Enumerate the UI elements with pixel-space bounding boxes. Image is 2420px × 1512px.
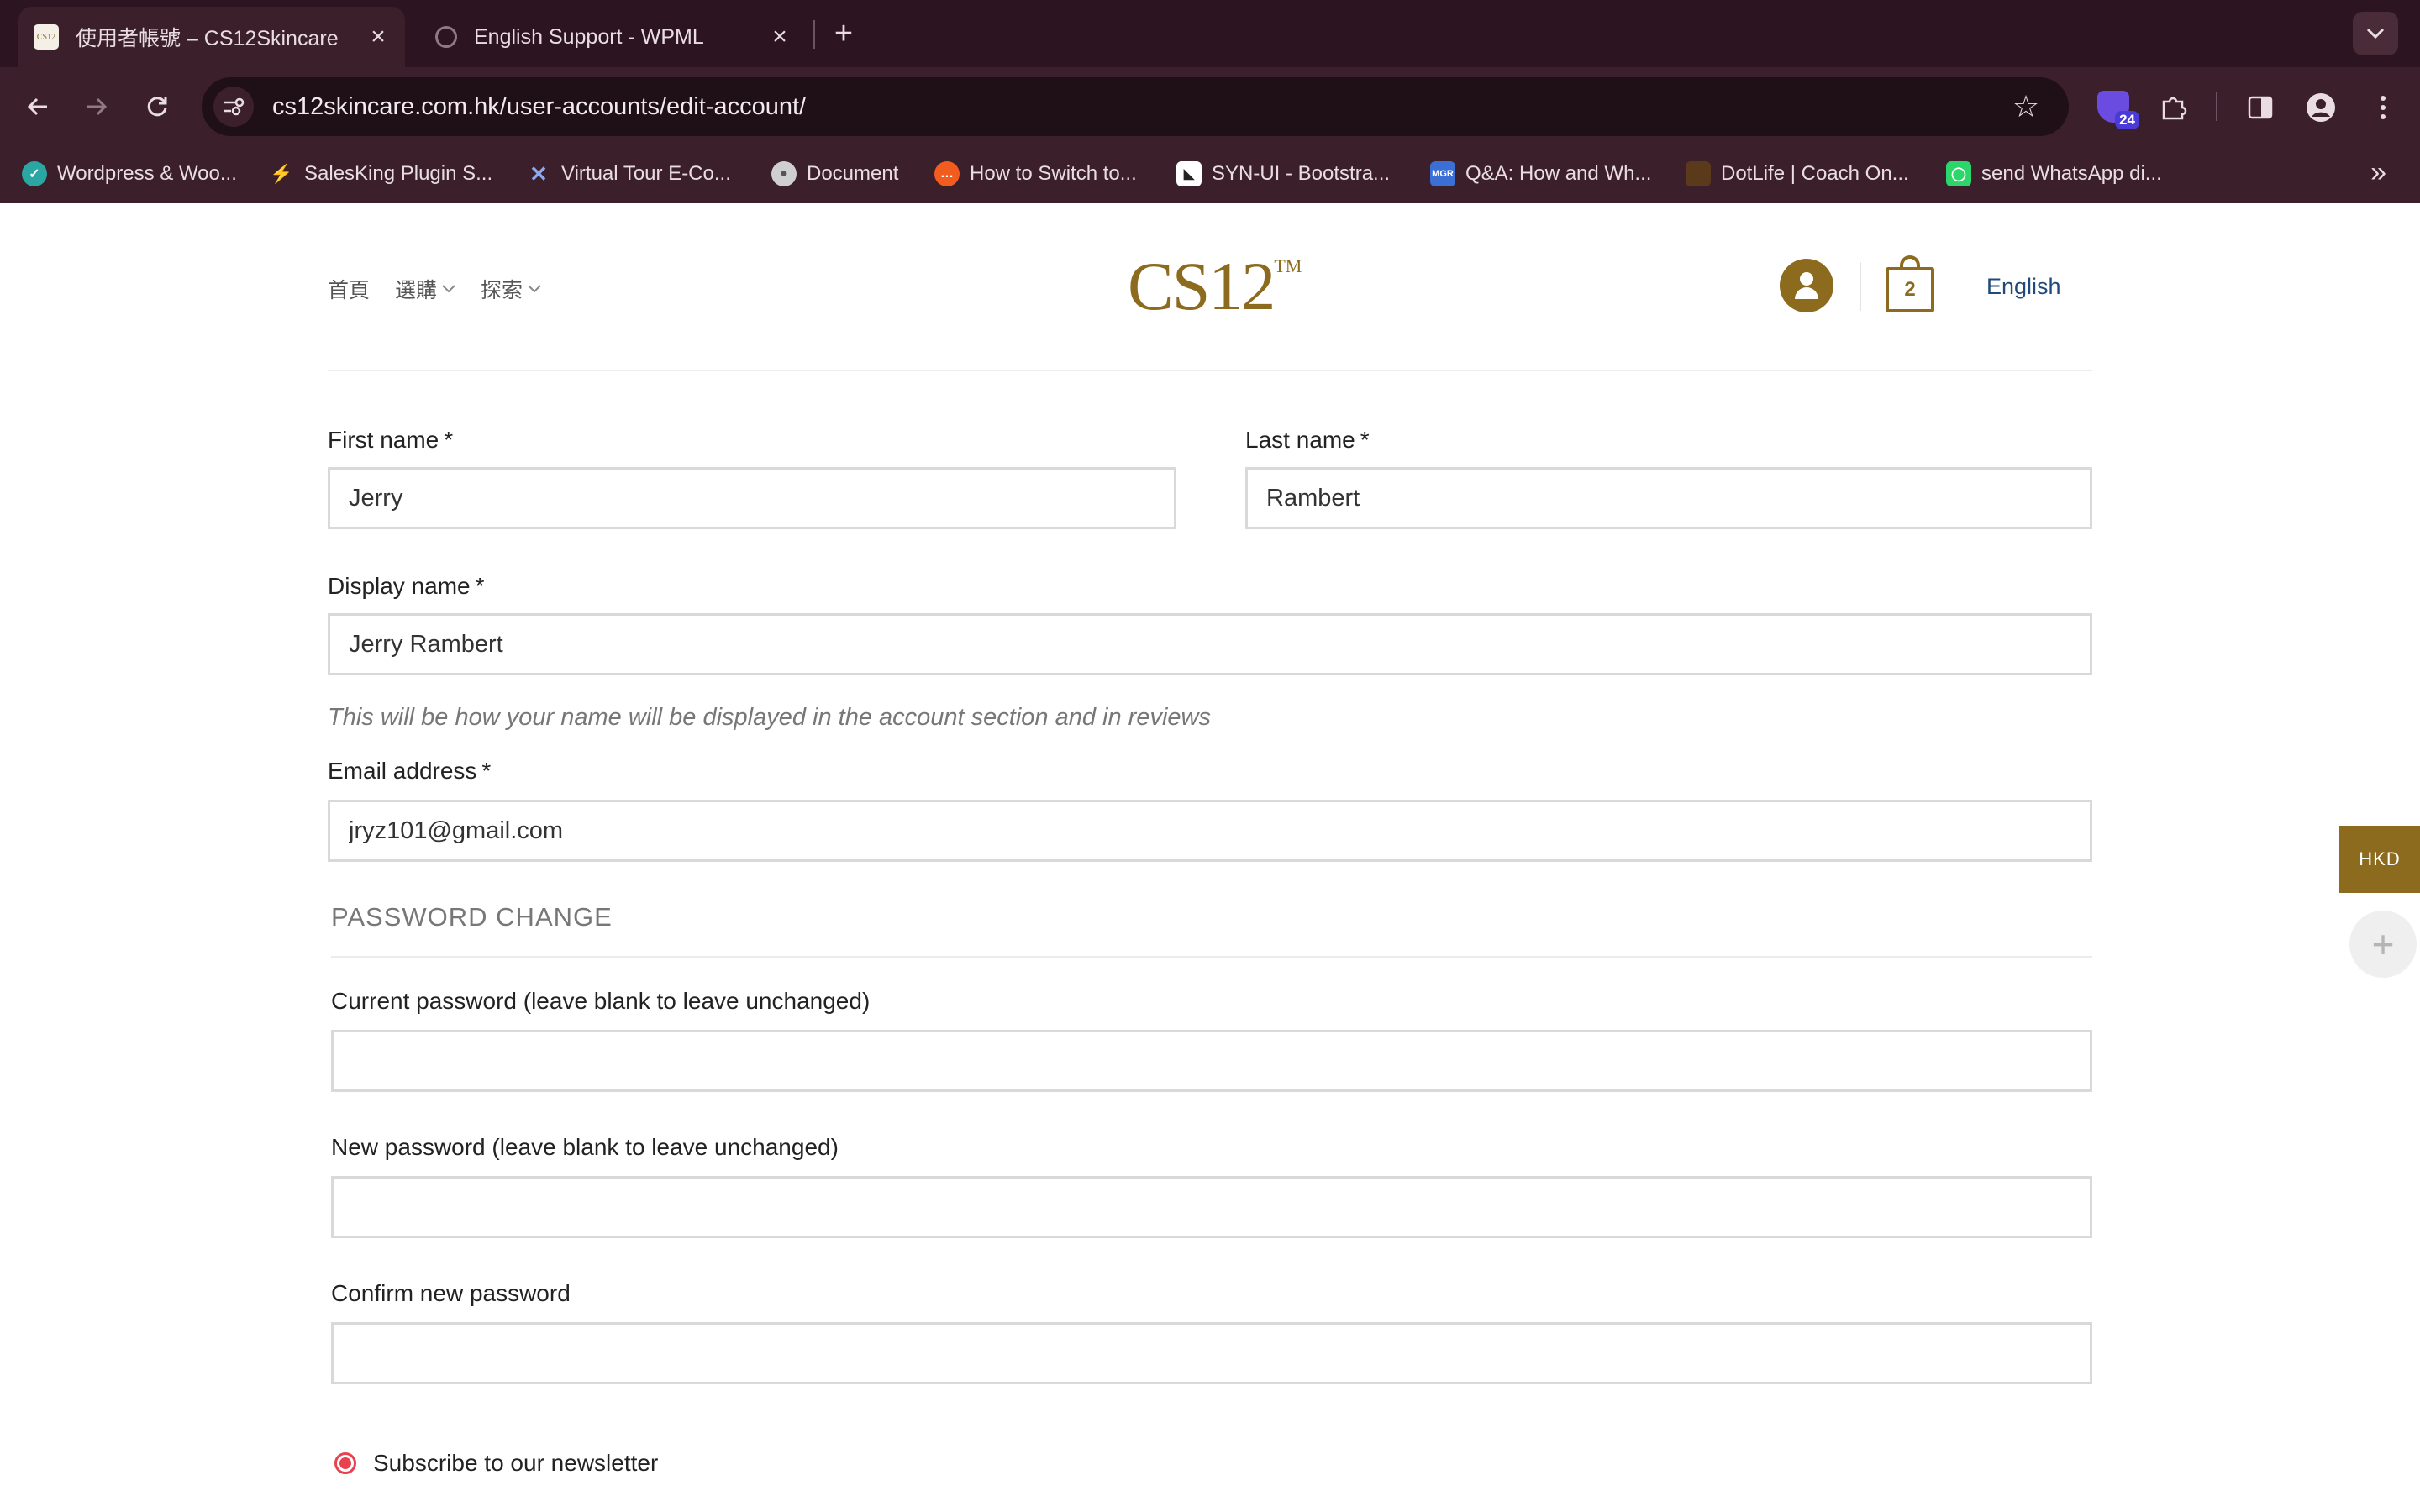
new-password-field[interactable] [331,1176,2092,1238]
bookmark-label: How to Switch to... [970,162,1137,185]
dotlife-icon [1686,161,1711,186]
bookmark-label: SYN-UI - Bootstra... [1212,162,1391,185]
confirm-password-field[interactable] [331,1322,2092,1384]
first-name-field[interactable] [328,467,1176,529]
newsletter-radio[interactable] [334,1452,356,1474]
page-content: 首頁 選購 探索 CS12TM 2 English First name * J… [0,203,2420,1512]
bookmark-item[interactable]: ⚡ SalesKing Plugin S... [269,156,492,192]
check-badge-icon: ✓ [22,161,47,186]
site-settings-icon[interactable] [213,87,254,127]
bookmark-label: Virtual Tour E-Co... [561,162,731,185]
currency-switcher[interactable]: HKD [2339,826,2420,893]
bookmark-label: Wordpress & Woo... [57,162,237,185]
display-name-label: Display name * [328,573,485,599]
bookmark-item[interactable]: … How to Switch to... [934,156,1137,192]
tour-icon: ✕ [529,160,548,186]
display-name-hint: This will be how your name will be displ… [328,704,1211,731]
mgr-icon: MGR [1430,161,1455,186]
display-name-field[interactable] [328,613,2092,675]
edit-account-form: First name* Last name* Display name* Thi… [328,203,2092,1512]
tab-title: 使用者帳號 – CS12Skincare [76,27,339,50]
more-bookmarks-icon[interactable]: » [2370,156,2386,189]
browser-menu-icon[interactable] [2363,87,2403,128]
bookmark-item[interactable]: MGR Q&A: How and Wh... [1430,156,1651,192]
arrow-left-icon [27,97,47,116]
last-name-field[interactable] [1245,467,2092,529]
extension-badge-icon[interactable]: 24 [2096,87,2139,129]
bookmark-label: Q&A: How and Wh... [1465,162,1652,185]
extension-badge-count: 24 [2115,111,2139,129]
current-password-label: Current password (leave blank to leave u… [331,988,871,1014]
tab-separator [813,20,815,49]
tab-cs12skincare[interactable]: CS12 使用者帳號 – CS12Skincare × [18,7,405,67]
new-tab-button[interactable]: + [827,15,860,52]
forward-button[interactable] [76,86,118,128]
section-divider [331,956,2092,958]
bookmark-star-icon[interactable]: ☆ [2005,86,2047,128]
cs12-favicon-icon: CS12 [34,24,59,50]
email-field[interactable] [328,800,2092,862]
newsletter-label: Subscribe to our newsletter [373,1450,659,1476]
bird-icon: ◣ [1176,161,1202,186]
bookmark-label: Document [807,162,899,185]
bookmarks-bar: ✓ Wordpress & Woo... ⚡ SalesKing Plugin … [0,146,2420,203]
bookmark-label: DotLife | Coach On... [1721,162,1909,185]
profile-avatar-icon[interactable] [2301,87,2341,128]
confirm-password-label: Confirm new password [331,1280,571,1306]
browser-chrome: CS12 使用者帳號 – CS12Skincare × English Supp… [0,0,2420,203]
reload-icon [147,97,167,117]
chat-bubble-icon: … [934,161,960,186]
new-password-label: New password (leave blank to leave uncha… [331,1134,839,1160]
bookmark-label: SalesKing Plugin S... [304,162,493,185]
document-icon: ● [771,161,797,186]
loading-spinner-icon [435,26,457,48]
tab-search-button[interactable] [2353,12,2398,55]
bookmark-item[interactable]: ✓ Wordpress & Woo... [22,156,237,192]
close-tab-icon[interactable]: × [765,22,795,52]
arrow-right-icon [87,97,108,116]
bookmark-item[interactable]: DotLife | Coach On... [1686,156,1909,192]
tab-strip: CS12 使用者帳號 – CS12Skincare × English Supp… [0,0,2420,67]
reload-button[interactable] [136,86,178,128]
password-change-heading: PASSWORD CHANGE [331,902,613,932]
newsletter-option[interactable]: Subscribe to our newsletter [334,1450,658,1477]
bookmark-item[interactable]: ◣ SYN-UI - Bootstra... [1176,156,1390,192]
back-button[interactable] [17,86,59,128]
bookmark-item[interactable]: ● Document [771,156,898,192]
tab-title: English Support - WPML [474,24,704,49]
bookmark-item[interactable]: ◯ send WhatsApp di... [1946,156,2162,192]
address-bar[interactable]: cs12skincare.com.hk/user-accounts/edit-a… [202,77,2069,136]
chevron-down-icon [2366,28,2385,39]
first-name-label: First name * [328,427,454,453]
bookmark-label: send WhatsApp di... [1981,162,2162,185]
plus-icon[interactable]: + [2349,911,2417,978]
url-text: cs12skincare.com.hk/user-accounts/edit-a… [272,92,807,120]
browser-toolbar: cs12skincare.com.hk/user-accounts/edit-a… [0,67,2420,146]
side-panel-icon[interactable] [2240,87,2281,128]
lightning-icon: ⚡ [270,163,293,184]
last-name-label: Last name * [1245,427,1370,453]
close-tab-icon[interactable]: × [363,22,393,52]
email-label: Email address * [328,758,492,784]
tab-wpml-support[interactable]: English Support - WPML × [420,7,807,67]
current-password-field[interactable] [331,1030,2092,1092]
extensions-puzzle-icon[interactable] [2153,87,2193,128]
whatsapp-icon: ◯ [1946,161,1971,186]
toolbar-divider [2216,92,2217,121]
bookmark-item[interactable]: ✕ Virtual Tour E-Co... [526,156,731,192]
